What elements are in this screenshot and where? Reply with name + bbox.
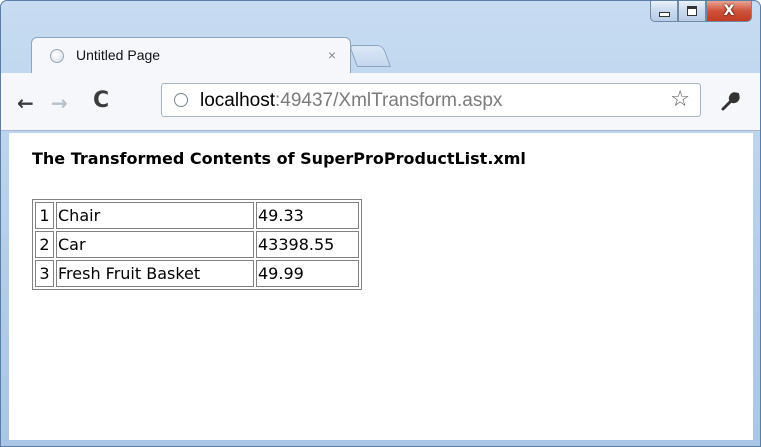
- globe-icon: [50, 49, 64, 63]
- product-price: 49.33: [256, 202, 359, 229]
- forward-button[interactable]: →: [51, 91, 68, 115]
- minimize-icon: [658, 11, 670, 17]
- browser-toolbar: ← → C localhost:49437/XmlTransform.aspx …: [1, 73, 760, 131]
- url-path: :49437/XmlTransform.aspx: [275, 90, 503, 111]
- product-name: Chair: [56, 202, 254, 229]
- table-row: 1 Chair 49.33: [35, 202, 359, 229]
- row-index: 2: [35, 231, 54, 258]
- minimize-button[interactable]: [650, 1, 678, 22]
- wrench-icon: [721, 92, 740, 111]
- address-bar[interactable]: localhost:49437/XmlTransform.aspx ☆: [161, 83, 701, 117]
- maximize-button[interactable]: [678, 1, 706, 22]
- product-table: 1 Chair 49.33 2 Car 43398.55 3 Fresh Fru…: [32, 199, 362, 290]
- new-tab-button[interactable]: [348, 45, 392, 67]
- tab-title: Untitled Page: [76, 47, 161, 63]
- wrench-menu-icon[interactable]: [719, 91, 741, 118]
- product-price: 49.99: [256, 260, 359, 287]
- product-price: 43398.55: [256, 231, 359, 258]
- page-content: The Transformed Contents of SuperProProd…: [9, 133, 753, 440]
- tab-untitled-page[interactable]: Untitled Page ×: [31, 37, 351, 73]
- reload-button[interactable]: C: [93, 88, 109, 113]
- row-index: 1: [35, 202, 54, 229]
- row-index: 3: [35, 260, 54, 287]
- maximize-icon: [687, 6, 697, 16]
- url-text[interactable]: localhost:49437/XmlTransform.aspx: [200, 90, 502, 112]
- table-row: 3 Fresh Fruit Basket 49.99: [35, 260, 359, 287]
- page-heading: The Transformed Contents of SuperProProd…: [32, 149, 526, 168]
- back-button[interactable]: ←: [17, 91, 34, 115]
- bookmark-star-icon[interactable]: ☆: [670, 87, 690, 112]
- browser-window: X Untitled Page × ← → C localhost:49437/…: [0, 0, 761, 447]
- table-row: 2 Car 43398.55: [35, 231, 359, 258]
- page-info-icon[interactable]: [174, 93, 188, 107]
- product-name: Fresh Fruit Basket: [56, 260, 254, 287]
- window-controls: X: [650, 1, 752, 23]
- tab-close-button[interactable]: ×: [328, 47, 336, 63]
- close-icon: X: [723, 3, 735, 19]
- product-name: Car: [56, 231, 254, 258]
- close-window-button[interactable]: X: [706, 1, 752, 22]
- url-host: localhost: [200, 90, 275, 111]
